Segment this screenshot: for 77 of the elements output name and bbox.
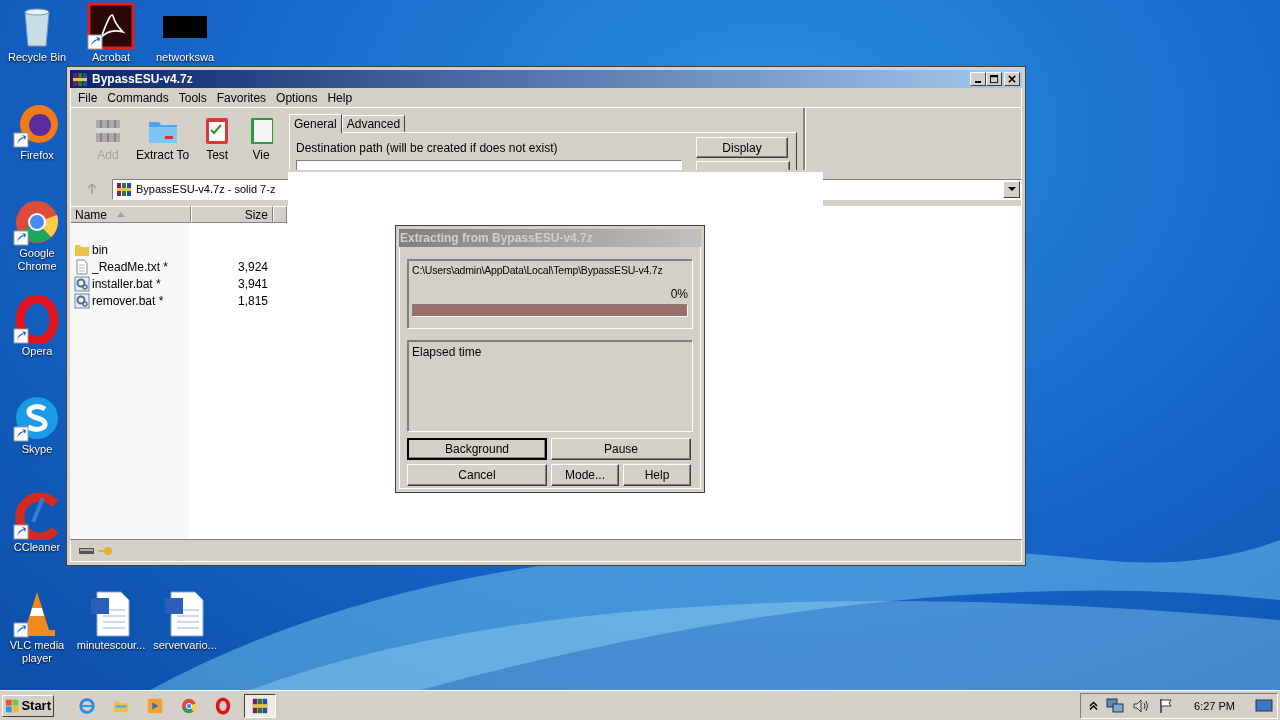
menu-item[interactable]: Favorites bbox=[211, 90, 272, 105]
column-header[interactable]: Size bbox=[191, 206, 273, 223]
document-icon bbox=[74, 258, 90, 275]
app-icon[interactable] bbox=[13, 198, 61, 246]
file-size: 1,815 bbox=[237, 293, 268, 308]
menu-item[interactable]: Help bbox=[322, 90, 358, 105]
app-icon[interactable] bbox=[87, 2, 135, 50]
close-icon bbox=[1007, 74, 1017, 84]
browser-icon bbox=[78, 696, 96, 715]
icon-label: servervario... bbox=[152, 639, 218, 652]
file-name[interactable]: installer.bat * bbox=[92, 276, 161, 291]
minimize-button[interactable] bbox=[970, 72, 986, 86]
icon-label: VLC media player bbox=[8, 639, 66, 665]
icon-label: minutescour... bbox=[75, 639, 147, 652]
toolbar-button[interactable]: Test bbox=[193, 114, 242, 162]
icon-label: CCleaner bbox=[12, 541, 62, 554]
file-name[interactable]: _ReadMe.txt * bbox=[92, 259, 169, 274]
toolbar-button[interactable]: Extract To bbox=[136, 114, 190, 162]
windows-logo-icon bbox=[5, 697, 20, 714]
toolbar-button[interactable]: Vie bbox=[245, 114, 278, 162]
display-button[interactable]: Display bbox=[696, 137, 788, 158]
elapsed-label: Elapsed time bbox=[412, 345, 483, 359]
menu-item[interactable]: Commands bbox=[102, 90, 174, 105]
flag-icon[interactable] bbox=[1158, 697, 1175, 714]
sort-arrow-icon bbox=[117, 212, 125, 217]
network-icon[interactable] bbox=[1106, 697, 1125, 714]
window-title: BypassESU-v4.7z bbox=[92, 72, 194, 86]
icon-label: Google Chrome bbox=[16, 247, 58, 273]
dialog-button[interactable]: Pause bbox=[551, 438, 691, 460]
gear-file-icon bbox=[74, 292, 90, 309]
dropdown-arrow-icon bbox=[1007, 186, 1016, 192]
file-path: C:\Users\admin\AppData\Local\Temp\BypassESU-v4.7z bbox=[412, 264, 664, 276]
menu-item[interactable]: File bbox=[73, 90, 103, 105]
icon-label: Skype bbox=[20, 443, 54, 456]
menu-item[interactable]: Tools bbox=[173, 90, 212, 105]
dialog-button[interactable]: Background bbox=[407, 438, 547, 460]
clock[interactable]: 6:27 PM bbox=[1194, 699, 1235, 712]
tab[interactable]: Advanced bbox=[341, 115, 406, 132]
books-icon bbox=[72, 71, 88, 87]
percent-label: 0% bbox=[670, 287, 688, 301]
field-label: Destination path (will be created if does not exist) bbox=[296, 141, 559, 155]
icon-label: Recycle Bin bbox=[6, 51, 68, 64]
dialog-button[interactable]: Help bbox=[623, 464, 691, 486]
app-icon[interactable] bbox=[13, 492, 61, 540]
column-header[interactable] bbox=[273, 206, 287, 223]
file-size: 3,924 bbox=[237, 259, 268, 274]
file-name[interactable]: bin bbox=[92, 242, 108, 257]
browser-icon bbox=[180, 696, 198, 715]
browser-icon bbox=[214, 696, 232, 715]
taskbar-app[interactable] bbox=[244, 693, 276, 718]
close-button[interactable] bbox=[1004, 72, 1020, 86]
dialog-button[interactable]: Mode... bbox=[551, 464, 619, 486]
icon-label: Firefox bbox=[19, 149, 55, 162]
tab[interactable]: General bbox=[289, 114, 342, 133]
app-icon[interactable] bbox=[13, 394, 61, 442]
gear-file-icon bbox=[74, 275, 90, 292]
maximize-button[interactable] bbox=[986, 72, 1002, 86]
icon-label: networkswa bbox=[154, 51, 216, 64]
drive-key-icon bbox=[78, 545, 114, 557]
dialog-title: Extracting from BypassESU-v4.7z bbox=[399, 229, 701, 247]
play-icon bbox=[146, 696, 164, 715]
menu-item[interactable]: Options bbox=[271, 90, 323, 105]
books-icon bbox=[116, 181, 132, 197]
maximize-icon bbox=[989, 74, 999, 84]
chevron-up-icon[interactable] bbox=[1089, 700, 1099, 711]
dialog-button[interactable]: Cancel bbox=[407, 464, 547, 486]
file-size: 3,941 bbox=[237, 276, 268, 291]
books-icon bbox=[251, 696, 269, 715]
icon-label: Opera bbox=[20, 345, 54, 358]
show-desktop-icon[interactable] bbox=[1255, 698, 1273, 713]
volume-icon[interactable] bbox=[1132, 697, 1151, 714]
minimize-icon bbox=[975, 81, 981, 83]
column-header[interactable]: Name bbox=[70, 206, 191, 223]
start-button[interactable]: Start bbox=[2, 694, 54, 717]
icon-label: Acrobat bbox=[91, 51, 131, 64]
app-icon[interactable] bbox=[13, 296, 61, 344]
file-name[interactable]: remover.bat * bbox=[92, 293, 164, 308]
